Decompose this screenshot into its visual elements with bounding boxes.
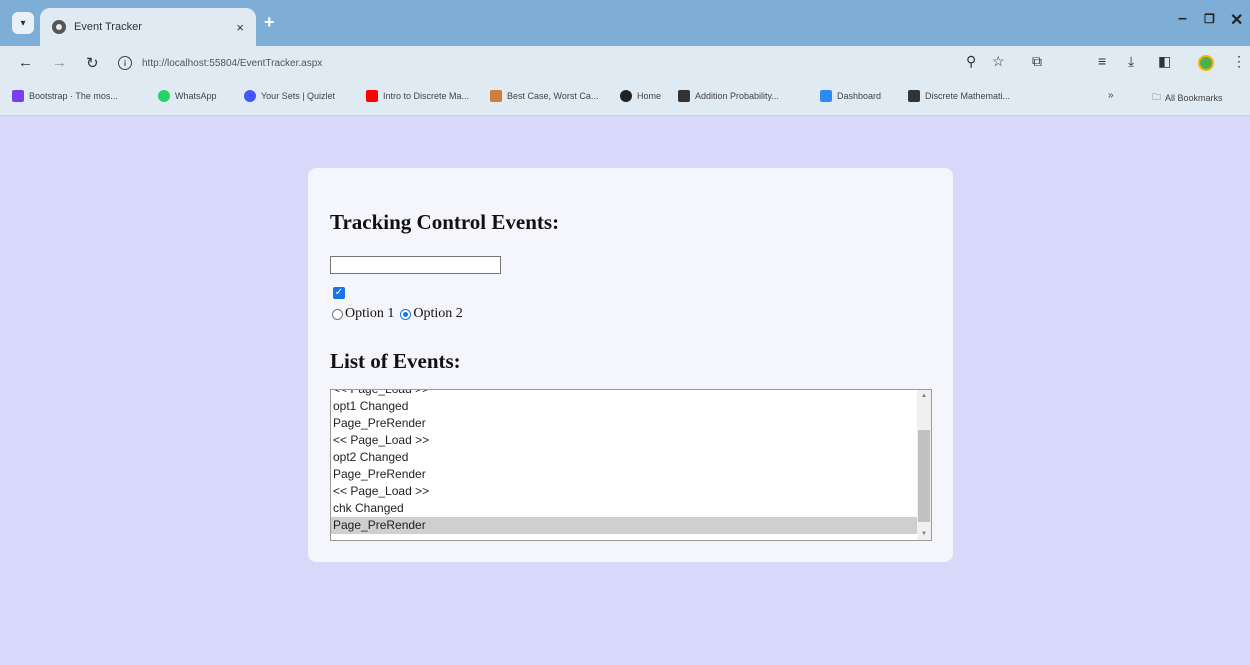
bookmark-item[interactable]: Bootstrap · The mos...	[12, 90, 118, 102]
media-icon[interactable]: ≡	[1098, 53, 1106, 69]
side-panel-icon[interactable]: ◧	[1158, 53, 1171, 70]
events-list: << Page_Load >> opt1 Changed Page_PreRende…	[331, 390, 917, 534]
tab-close-icon[interactable]: ×	[236, 20, 244, 35]
profile-avatar[interactable]	[1198, 55, 1214, 71]
extensions-icon[interactable]: ⧉	[1032, 53, 1042, 70]
radio-group: Option 1 Option 2	[332, 306, 469, 322]
maximize-icon[interactable]: ❐	[1204, 12, 1215, 26]
scroll-thumb[interactable]	[918, 430, 930, 522]
tracking-heading: Tracking Control Events:	[330, 210, 560, 234]
event-list-item[interactable]: opt2 Changed	[331, 449, 917, 466]
tab-search-button[interactable]: ▾	[12, 12, 34, 34]
bookmark-item[interactable]: Addition Probability...	[678, 90, 779, 102]
bookmark-item[interactable]: WhatsApp	[158, 90, 217, 102]
address-bar[interactable]: i http://localhost:55804/EventTracker.as…	[118, 51, 1018, 75]
scroll-up-icon[interactable]: ▲	[917, 390, 931, 402]
download-icon[interactable]: ⤓	[1128, 53, 1134, 70]
event-list-item[interactable]: opt1 Changed	[331, 398, 917, 415]
browser-titlebar: ▾ Event Tracker × + – ❐ ✕	[0, 0, 1250, 46]
bookmark-item[interactable]: Best Case, Worst Ca...	[490, 90, 598, 102]
quizlet-icon	[244, 90, 256, 102]
site-info-icon[interactable]: i	[118, 56, 132, 70]
folder-icon: 🗀	[1152, 92, 1162, 102]
close-window-icon[interactable]: ✕	[1230, 10, 1243, 30]
bookmark-item[interactable]: Discrete Mathemati...	[908, 90, 1010, 102]
more-bookmarks-button[interactable]: »	[1108, 90, 1114, 101]
browser-toolbar: ← → ↻ i http://localhost:55804/EventTrac…	[0, 46, 1250, 80]
globe-icon	[52, 20, 66, 34]
bookmarks-bar: Bootstrap · The mos... WhatsApp Your Set…	[0, 80, 1250, 116]
event-list-item[interactable]: Page_PreRender	[331, 466, 917, 483]
url-text: http://localhost:55804/EventTracker.aspx	[142, 57, 323, 69]
bookmark-item[interactable]: Intro to Discrete Ma...	[366, 90, 469, 102]
dashboard-icon	[820, 90, 832, 102]
text-input[interactable]	[330, 256, 501, 274]
event-list-item[interactable]: << Page_Load >>	[331, 483, 917, 500]
listbox-scrollbar[interactable]: ▲ ▼	[917, 390, 931, 540]
zoom-icon[interactable]: ⚲	[966, 53, 976, 70]
forward-icon[interactable]: →	[52, 54, 67, 71]
event-list-item[interactable]: << Page_Load >>	[331, 390, 917, 398]
tab-event-tracker[interactable]: Event Tracker ×	[40, 8, 256, 46]
youtube-icon	[366, 90, 378, 102]
bookmark-star-icon[interactable]: ☆	[992, 53, 1005, 70]
page-icon	[490, 90, 502, 102]
tracking-checkbox[interactable]: ✓	[333, 287, 345, 299]
reload-icon[interactable]: ↻	[86, 54, 99, 72]
option2-label: Option 2	[413, 306, 463, 321]
globe-icon	[620, 90, 632, 102]
tab-title: Event Tracker	[74, 21, 142, 33]
bootstrap-icon	[12, 90, 24, 102]
event-list-item[interactable]: Page_PreRender	[331, 415, 917, 432]
all-bookmarks-button[interactable]: 🗀 All Bookmarks	[1152, 90, 1223, 106]
back-icon[interactable]: ←	[18, 54, 33, 71]
new-tab-button[interactable]: +	[264, 12, 275, 33]
event-list-item[interactable]: Page_PreRender	[331, 517, 917, 534]
option1-label: Option 1	[345, 306, 395, 321]
events-listbox[interactable]: << Page_Load >> opt1 Changed Page_PreRende…	[330, 389, 932, 541]
event-list-item[interactable]: << Page_Load >>	[331, 432, 917, 449]
minimize-icon[interactable]: –	[1178, 10, 1187, 28]
bookmark-item[interactable]: Home	[620, 90, 661, 102]
page-icon	[908, 90, 920, 102]
bookmark-item[interactable]: Dashboard	[820, 90, 881, 102]
option1-radio[interactable]	[332, 308, 343, 320]
scroll-down-icon[interactable]: ▼	[917, 528, 931, 540]
page-icon	[678, 90, 690, 102]
bookmark-item[interactable]: Your Sets | Quizlet	[244, 90, 335, 102]
whatsapp-icon	[158, 90, 170, 102]
events-heading: List of Events:	[330, 349, 461, 373]
event-list-item[interactable]: chk Changed	[331, 500, 917, 517]
menu-icon[interactable]: ⋮	[1232, 53, 1246, 70]
option2-radio[interactable]	[400, 308, 412, 320]
